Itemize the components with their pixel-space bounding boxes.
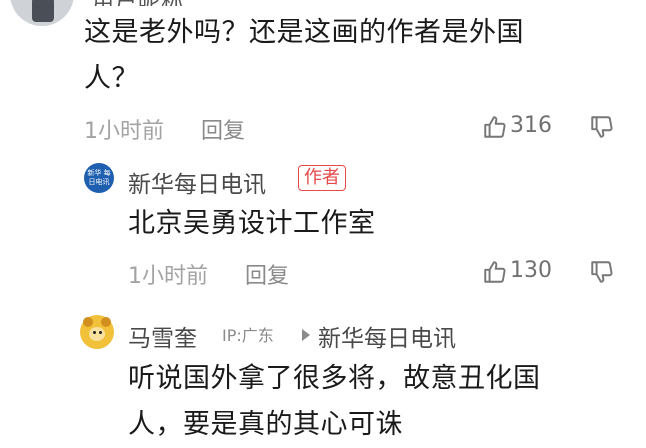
thumbs-up-icon[interactable]: [482, 114, 508, 140]
avatar[interactable]: [80, 315, 114, 349]
thumbs-down-icon[interactable]: [589, 259, 615, 285]
comment-text: 人？: [84, 63, 139, 94]
avatar-logo-text: 新华 每日电讯: [87, 169, 111, 186]
like-count: 316: [510, 113, 552, 138]
comment-text: 北京吴勇设计工作室: [128, 208, 376, 239]
thumbs-down-icon[interactable]: [589, 114, 615, 140]
comment-text: 人，要是真的其心可诛: [128, 409, 403, 440]
thumbs-up-icon[interactable]: [482, 259, 508, 285]
author-name[interactable]: 马雪奎: [128, 319, 197, 353]
reply-button[interactable]: 回复: [245, 258, 289, 290]
comment-time: 1小时前: [128, 264, 208, 289]
like-count: 130: [510, 258, 552, 283]
reply-to-name[interactable]: 新华每日电讯: [318, 319, 456, 353]
username-cut-off: 用户昵称: [92, 0, 292, 6]
comment-text: 这是老外吗？还是这画的作者是外国: [84, 17, 524, 48]
triangle-right-icon: [300, 327, 312, 341]
avatar[interactable]: 新华 每日电讯: [84, 163, 114, 193]
author-badge: 作者: [298, 165, 346, 191]
reply-button[interactable]: 回复: [201, 113, 245, 145]
ip-location: IP:广东: [222, 326, 274, 345]
avatar[interactable]: [10, 0, 74, 26]
comment-text: 听说国外拿了很多将，故意丑化国: [128, 363, 541, 394]
author-name[interactable]: 新华每日电讯: [128, 165, 266, 199]
comment-time: 1小时前: [84, 119, 164, 144]
